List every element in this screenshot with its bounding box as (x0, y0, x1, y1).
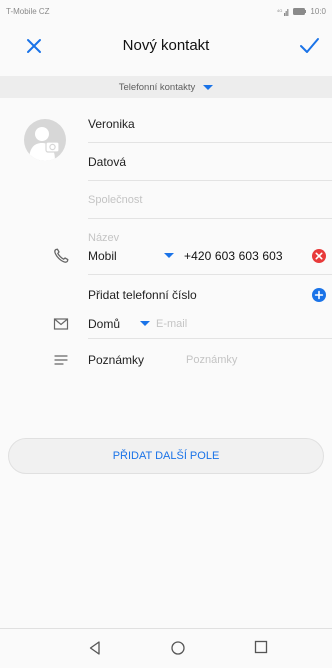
add-more-fields-label: PŘIDAT DALŠÍ POLE (112, 450, 220, 462)
notes-row[interactable]: Poznámky Poznámky (88, 345, 332, 375)
close-icon (315, 252, 323, 260)
dropdown-triangle-icon (203, 84, 214, 90)
add-phone-label[interactable]: Přidat telefonní číslo (88, 288, 197, 302)
notes-label: Poznámky (88, 353, 145, 367)
delete-phone-button[interactable] (312, 249, 326, 263)
first-name-field[interactable]: Veronika (88, 105, 332, 143)
phone-row[interactable]: Mobil +420 603 603 603 (88, 237, 332, 275)
company-field[interactable]: Společnost (88, 181, 332, 219)
phone-icon (54, 248, 69, 263)
back-triangle-icon[interactable] (87, 640, 103, 656)
home-circle-icon[interactable] (170, 640, 186, 656)
last-name-value: Datová (88, 154, 127, 169)
company-placeholder: Společnost (88, 193, 143, 206)
status-icons: 4G 10:0 (277, 7, 326, 16)
first-name-value: Veronika (88, 116, 135, 131)
battery-icon (293, 7, 307, 15)
email-type-dropdown-icon[interactable] (140, 321, 150, 326)
carrier-label: T-Mobile CZ (6, 6, 50, 16)
page-title: Nový kontakt (122, 37, 210, 54)
contact-photo-avatar[interactable] (24, 119, 66, 161)
svg-text:4G: 4G (277, 8, 282, 13)
notes-placeholder[interactable]: Poznámky (186, 354, 237, 366)
app-header: Nový kontakt (0, 28, 332, 64)
email-placeholder[interactable]: E-mail (156, 318, 187, 330)
account-selector[interactable]: Telefonní kontakty (0, 76, 332, 98)
email-type-label[interactable]: Domů (88, 317, 140, 331)
last-name-field[interactable]: Datová (88, 143, 332, 181)
camera-person-icon (29, 127, 60, 161)
notes-icon (54, 355, 68, 365)
email-row[interactable]: Domů E-mail (88, 309, 332, 339)
signal-icon: 4G (277, 8, 289, 16)
mail-icon (53, 318, 69, 330)
phone-type-label[interactable]: Mobil (88, 249, 164, 263)
check-icon[interactable] (298, 36, 320, 56)
add-phone-button[interactable] (312, 288, 326, 302)
phone-type-dropdown-icon[interactable] (164, 253, 174, 258)
status-bar: T-Mobile CZ 4G 10:0 (0, 0, 332, 22)
system-nav-bar (0, 628, 332, 668)
account-label: Telefonní kontakty (118, 81, 196, 93)
recents-square-icon[interactable] (254, 640, 268, 654)
phone-number-value[interactable]: +420 603 603 603 (184, 249, 283, 263)
clock: 10:0 (310, 6, 326, 16)
add-more-fields-button[interactable]: PŘIDAT DALŠÍ POLE (8, 438, 324, 474)
plus-icon (314, 290, 324, 300)
